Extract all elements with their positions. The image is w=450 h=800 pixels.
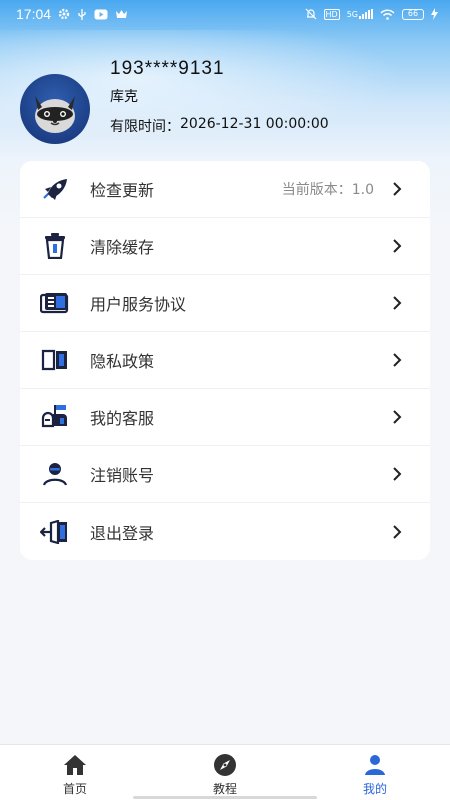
menu-item-logout[interactable]: 退出登录 <box>20 503 430 560</box>
agreement-icon <box>40 288 70 318</box>
chevron-right-icon <box>392 410 402 424</box>
menu-label-delete-account: 注销账号 <box>90 466 155 485</box>
wifi-icon <box>380 8 395 20</box>
menu-item-clear-cache[interactable]: 清除缓存 <box>20 218 430 275</box>
charging-icon <box>431 8 438 20</box>
menu-label-customer-service: 我的客服 <box>90 409 155 428</box>
status-bar: 17:04 HD 5G 66 <box>0 0 450 28</box>
video-icon <box>94 9 108 20</box>
chevron-right-icon <box>392 353 402 367</box>
signal-5g-icon: 5G <box>347 9 373 19</box>
status-time: 17:04 <box>16 6 52 22</box>
menu-label-privacy-policy: 隐私政策 <box>90 352 155 371</box>
mailbox-icon <box>40 402 70 432</box>
menu-label-check-update: 检查更新 <box>90 181 155 200</box>
status-left: 17:04 <box>16 6 128 22</box>
book-icon <box>40 345 70 375</box>
tab-home[interactable]: 首页 <box>0 745 150 800</box>
tab-tutorial-label: 教程 <box>212 782 237 796</box>
person-icon <box>362 753 388 777</box>
menu-label-logout: 退出登录 <box>90 523 155 543</box>
compass-icon <box>212 753 238 777</box>
menu-label-clear-cache: 清除缓存 <box>90 238 155 257</box>
gear-icon <box>58 8 70 20</box>
tab-mine[interactable]: 我的 <box>300 745 450 800</box>
user-nickname: 库克 <box>110 89 138 105</box>
chevron-right-icon <box>392 239 402 253</box>
expiry-row: 有限时间： 2026-12-31 00:00:00 <box>110 116 329 136</box>
menu-item-delete-account[interactable]: 注销账号 <box>20 446 430 503</box>
hd-icon: HD <box>323 8 340 20</box>
raccoon-avatar-icon <box>35 96 75 133</box>
mute-icon <box>305 8 317 20</box>
tab-home-label: 首页 <box>62 782 87 796</box>
logout-icon <box>40 517 70 547</box>
expiry-value: 2026-12-31 00:00:00 <box>180 116 329 132</box>
settings-menu: 检查更新 当前版本：1.0 清除缓存 用户服务协议 隐私政策 我的客服 注销账号… <box>20 161 430 560</box>
avatar[interactable] <box>20 74 90 144</box>
crown-icon <box>115 9 128 19</box>
user-cancel-icon <box>40 459 70 489</box>
chevron-right-icon <box>392 182 402 196</box>
profile-section: 193****9131 库克 有限时间： 2026-12-31 00:00:00 <box>20 58 329 144</box>
menu-item-customer-service[interactable]: 我的客服 <box>20 389 430 446</box>
menu-label-user-agreement: 用户服务协议 <box>90 295 187 314</box>
trash-icon <box>40 231 70 261</box>
menu-item-privacy-policy[interactable]: 隐私政策 <box>20 332 430 389</box>
user-phone: 193****9131 <box>110 58 225 79</box>
menu-item-user-agreement[interactable]: 用户服务协议 <box>20 275 430 332</box>
battery-icon: 66 <box>402 8 424 20</box>
tab-mine-label: 我的 <box>362 782 387 796</box>
tab-tutorial[interactable]: 教程 <box>150 745 300 800</box>
status-right: HD 5G 66 <box>305 8 438 20</box>
chevron-right-icon <box>392 296 402 310</box>
home-indicator <box>133 796 317 799</box>
chevron-right-icon <box>392 524 402 539</box>
chevron-right-icon <box>392 467 402 481</box>
bottom-nav: 首页 教程 我的 <box>0 744 450 800</box>
usb-icon <box>77 8 87 21</box>
home-icon <box>62 753 88 777</box>
rocket-icon <box>40 174 70 204</box>
expiry-label: 有限时间： <box>110 119 180 135</box>
profile-info: 193****9131 库克 有限时间： 2026-12-31 00:00:00 <box>110 58 329 136</box>
network-type: 5G <box>346 9 358 19</box>
current-version: 当前版本：1.0 <box>281 182 374 198</box>
menu-item-check-update[interactable]: 检查更新 当前版本：1.0 <box>20 161 430 218</box>
